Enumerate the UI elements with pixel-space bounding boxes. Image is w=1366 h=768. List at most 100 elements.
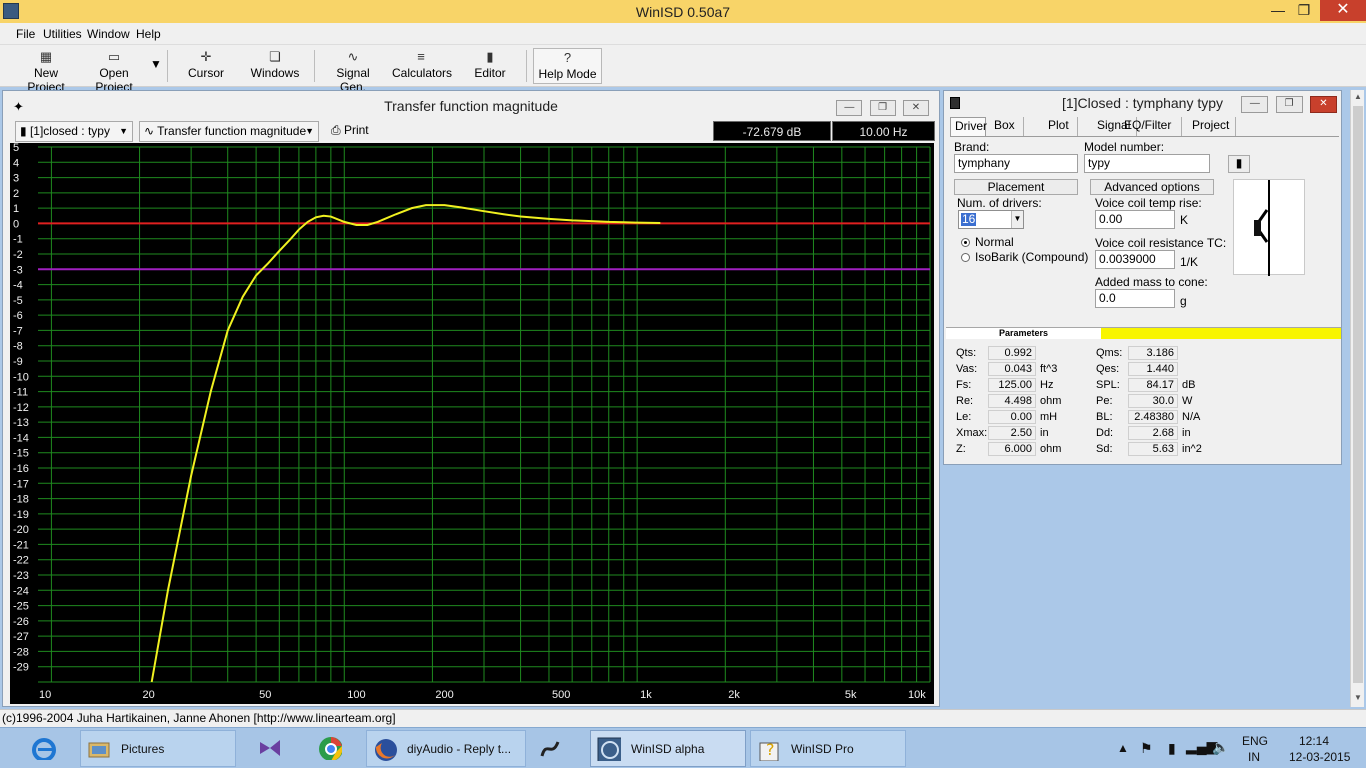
scroll-down-icon[interactable]: ▼ [1352, 693, 1364, 702]
param-unit: in [1040, 427, 1049, 439]
project-window: [1]Closed : tymphany typy — ❐ ✕ Driver B… [943, 90, 1342, 465]
calculators-button[interactable]: ≡ Calculators [392, 48, 452, 84]
scroll-up-icon[interactable]: ▲ [1352, 92, 1364, 101]
taskbar-firefox[interactable]: diyAudio - Reply t... [366, 730, 526, 767]
y-tick-label: -12 [13, 402, 29, 414]
open-project-button[interactable]: ▭ Open Project [80, 48, 148, 94]
volume-icon[interactable]: 🔈 [1212, 739, 1229, 756]
language-indicator[interactable]: ENG [1242, 734, 1268, 748]
tab-project[interactable]: Project [1188, 117, 1236, 136]
param-value: 0.043 [988, 362, 1036, 376]
y-tick-label: -20 [13, 524, 29, 536]
close-icon[interactable]: ✕ [1320, 0, 1366, 21]
plot-type-select[interactable]: ∿ Transfer function magnitude ▼ [139, 121, 319, 142]
added-mass-label: Added mass to cone: [1095, 275, 1208, 289]
plot-restore-icon[interactable]: ❐ [869, 100, 896, 116]
y-tick-label: -28 [13, 646, 29, 658]
menu-utilities[interactable]: Utilities [43, 27, 82, 41]
flag-icon[interactable]: ⚑ [1140, 740, 1153, 757]
y-tick-label: 3 [13, 173, 19, 185]
clock-date: 12-03-2015 [1289, 750, 1351, 764]
plot-minimize-icon[interactable]: — [836, 100, 863, 116]
project-minimize-icon[interactable]: — [1241, 96, 1269, 113]
param-name: SPL: [1096, 379, 1120, 391]
printer-icon: ⎙ [331, 123, 344, 137]
x-tick-label: 100 [347, 689, 365, 701]
x-tick-label: 1k [640, 689, 652, 701]
driver-cross-section-icon [1254, 180, 1270, 276]
project-select[interactable]: ▮ [1]closed : typy ▼ [15, 121, 133, 142]
placement-button[interactable]: Placement [954, 179, 1078, 195]
project-select-icon: ▮ [20, 124, 30, 138]
internet-explorer-icon [32, 738, 56, 760]
vc-temp-field[interactable]: 0.00 [1095, 210, 1175, 229]
clock-time[interactable]: 12:14 [1299, 734, 1329, 748]
project-restore-icon[interactable]: ❐ [1275, 96, 1303, 113]
help-mode-button[interactable]: ? Help Mode [533, 48, 602, 84]
param-name: Qes: [1096, 363, 1120, 375]
y-tick-label: 4 [13, 157, 19, 169]
radio-isobarik[interactable] [961, 253, 970, 262]
param-value: 0.00 [988, 410, 1036, 424]
signal-gen-button[interactable]: ∿ Signal Gen. [322, 48, 384, 94]
menu-help[interactable]: Help [136, 27, 161, 41]
chrome-button[interactable] [312, 730, 352, 767]
added-mass-field[interactable]: 0.0 [1095, 289, 1175, 308]
visual-studio-button[interactable] [252, 730, 292, 767]
tab-box[interactable]: Box [990, 117, 1024, 136]
speaker-select-button[interactable]: ▮ [1228, 155, 1250, 173]
taskbar-winisd-pro[interactable]: ? WinISD Pro [750, 730, 906, 767]
param-name: Le: [956, 411, 972, 423]
print-button[interactable]: ⎙ Print [327, 121, 379, 142]
model-field[interactable]: typy [1084, 154, 1210, 173]
y-tick-label: -19 [13, 509, 29, 521]
param-value: 0.992 [988, 346, 1036, 360]
plot-close-icon[interactable]: ✕ [903, 100, 929, 116]
editor-button[interactable]: ▮ Editor [468, 48, 512, 84]
advanced-options-button[interactable]: Advanced options [1090, 179, 1214, 195]
tab-plot[interactable]: Plot [1044, 117, 1078, 136]
radio-normal[interactable] [961, 238, 970, 247]
tray-up-arrow-icon[interactable]: ▲ [1117, 741, 1129, 755]
window-title: WinISD 0.50a7 [635, 4, 731, 20]
project-close-icon[interactable]: ✕ [1310, 96, 1337, 113]
restore-icon[interactable]: ❐ [1290, 0, 1318, 21]
taskbar-pictures[interactable]: Pictures [80, 730, 236, 767]
tab-eq-filter[interactable]: EQ/Filter [1120, 117, 1182, 136]
param-value: 6.000 [988, 442, 1036, 456]
num-drivers-select[interactable]: 16 ▼ [958, 210, 1024, 229]
windows-button[interactable]: ❏ Windows [246, 48, 304, 84]
transfer-function-chart[interactable]: 543210-1-2-3-4-5-6-7-8-9-10-11-12-13-14-… [10, 143, 934, 704]
param-value: 84.17 [1128, 378, 1178, 392]
taskbar-winisd-alpha[interactable]: WinISD alpha [590, 730, 746, 767]
open-project-dropdown-icon[interactable]: ▼ [149, 57, 163, 93]
toolbar: ▦ New Project ▭ Open Project ▼ ✛ Cursor … [0, 45, 1366, 94]
vc-temp-unit: K [1180, 213, 1189, 227]
menu-file[interactable]: File [16, 27, 35, 41]
vc-res-label: Voice coil resistance TC: [1095, 236, 1227, 250]
parameters-label: Parameters [946, 328, 1101, 339]
y-tick-label: -9 [13, 356, 23, 368]
minimize-icon[interactable]: — [1264, 0, 1292, 21]
scrollbar-thumb[interactable] [1353, 106, 1363, 683]
menu-window[interactable]: Window [87, 27, 130, 41]
app-button[interactable] [532, 730, 572, 767]
brand-field[interactable]: tymphany [954, 154, 1078, 173]
cursor-button[interactable]: ✛ Cursor [180, 48, 232, 84]
plot-window-title: Transfer function magnitude [384, 98, 558, 114]
param-unit: ft^3 [1040, 363, 1058, 375]
tab-driver[interactable]: Driver [950, 117, 987, 136]
ie-button[interactable] [26, 730, 66, 767]
vc-res-field[interactable]: 0.0039000 [1095, 250, 1175, 269]
db-readout: -72.679 dB [713, 121, 831, 141]
new-project-button[interactable]: ▦ New Project [14, 48, 78, 94]
param-name: Fs: [956, 379, 972, 391]
plot-area[interactable]: 5 4 3 2 1 0 -1 -2 -3 -4 -5 -6 -7 -8 -9 -10 -11 -12 -13 -14-… [10, 143, 934, 704]
taskbar: Pictures diyAudio - Reply t... WinISD al… [0, 727, 1366, 768]
y-tick-label: -14 [13, 432, 29, 444]
y-tick-label: 0 [13, 218, 19, 230]
battery-icon[interactable]: ▮ [1168, 740, 1176, 757]
parameters-header: Parameters [946, 327, 1341, 339]
vertical-scrollbar[interactable]: ▲ ▼ [1350, 90, 1364, 707]
y-tick-label: -4 [13, 280, 23, 292]
